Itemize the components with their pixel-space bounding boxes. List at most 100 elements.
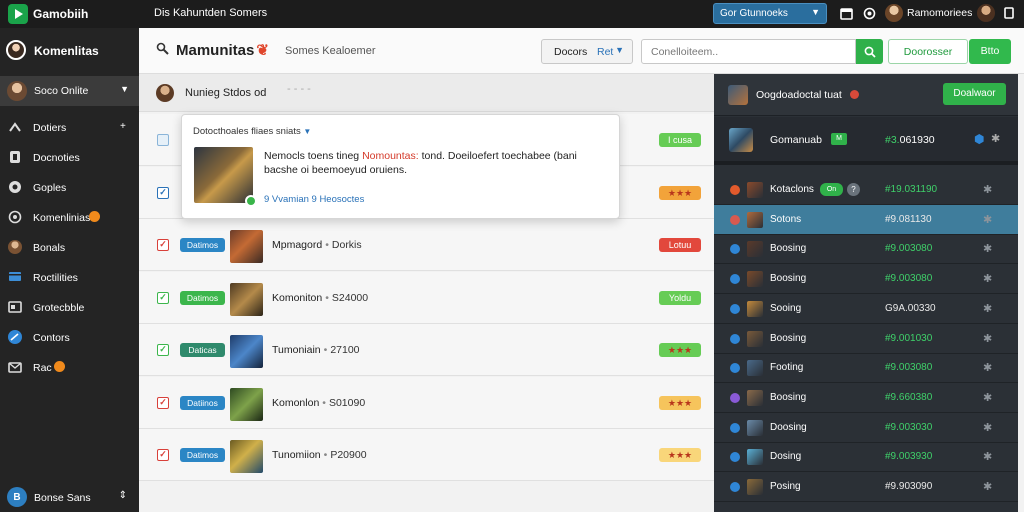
game-thumbnail[interactable] [230,387,263,421]
settings-icon[interactable] [1001,5,1017,21]
star-icon[interactable]: ✱ [983,421,992,434]
calendar-icon[interactable] [838,5,854,21]
chevron-down-icon: ▼ [120,84,129,94]
game-value: Dorkis [331,239,362,251]
table-row[interactable]: ✓ Daticas Tumoniain • 27100 ★★★ [139,324,714,376]
game-name[interactable]: Mpmagord • Dorkis [272,239,362,251]
list-item[interactable]: Footing #9.003080 ✱ [714,353,1018,384]
sidebar-footer[interactable]: B Bonse Sans ⇕ [0,484,139,512]
sidebar-item-grotecbble[interactable]: Grotecbble [0,296,139,320]
list-item[interactable]: Boosing #9.660380 ✱ [714,383,1018,413]
star-icon[interactable]: ✱ [983,272,992,285]
online-pill: On [820,183,843,196]
row-checkbox[interactable]: ✓ [157,239,169,251]
scrollbar[interactable] [1018,74,1024,512]
game-name[interactable]: Komoniton • S24000 [272,292,368,304]
featured-tag: M [831,133,847,145]
filter-dropdown[interactable]: Docors Ret ▼ [541,39,633,64]
plus-icon[interactable]: + [120,121,126,132]
star-icon[interactable]: ✱ [983,183,992,196]
star-icon[interactable]: ✱ [983,361,992,374]
list-item[interactable]: Posing #9.903090 ✱ [714,472,1018,502]
table-row[interactable]: ✓ Datimos Komoniton • S24000 Yoldu [139,271,714,324]
list-item[interactable]: Boosing #9.001030 ✱ [714,324,1018,354]
user-avatar[interactable] [885,4,903,22]
popover-meta[interactable]: 9 Vvamian 9 Heosoctes [264,194,364,205]
table-row[interactable]: ✓ Datimos Tunomiion • P20900 ★★★ [139,429,714,481]
sort-icon[interactable]: ⇕ [119,490,127,501]
game-thumbnail[interactable] [230,440,263,473]
star-icon[interactable]: ✱ [983,302,992,315]
row-checkbox[interactable]: ✓ [157,344,169,356]
sidebar-item-komenlinias[interactable]: Komenlinias [0,206,139,230]
star-icon[interactable]: ✱ [983,213,992,226]
region-select[interactable]: Gor Gtunnoeks ▼ [713,3,827,24]
table-row[interactable]: ✓ Datimos Mpmagord • Dorkis Lotuu [139,219,714,271]
status-dot-icon [730,303,740,314]
star-icon[interactable]: ✱ [983,332,992,345]
game-thumbnail[interactable] [194,147,257,207]
list-item[interactable]: Sooing G9A.00330 ✱ [714,294,1018,324]
sidebar-selector-label: Soco Onlite [34,85,89,97]
sidebar-item-dotiers[interactable]: Dotiers + [0,116,139,140]
list-item[interactable]: Boosing #9.003080 ✱ [714,264,1018,295]
right-panel-action-button[interactable]: Doalwaor [943,83,1006,105]
primary-action-button[interactable]: Btto [969,39,1011,64]
star-icon[interactable]: ✱ [983,450,992,463]
search-button[interactable] [856,39,883,64]
sidebar-profile[interactable]: Komenlitas [0,28,139,73]
globe-icon [8,330,22,344]
featured-thumbnail [729,128,753,152]
row-checkbox[interactable] [157,134,169,146]
list-item[interactable]: Doosing #9.003030 ✱ [714,413,1018,443]
game-thumbnail[interactable] [230,230,263,263]
game-title: Komoniton [272,291,323,304]
list-item[interactable]: Sotons #9.081130 ✱ [714,204,1018,235]
game-thumbnail[interactable] [230,282,263,316]
item-name: Boosing [770,243,807,255]
username[interactable]: Ramomoriees [907,7,972,19]
sidebar-item-roctilities[interactable]: Roctilities [0,266,139,290]
game-name[interactable]: Komonlon • S01090 [272,397,365,409]
sidebar-item-goples[interactable]: Goples [0,176,139,200]
profile-avatar[interactable] [977,4,995,22]
star-icon[interactable]: ✱ [983,480,992,493]
pin-icon [8,180,22,194]
featured-item[interactable]: Gomanuab M #3.061930 ⬢ ✱ [714,117,1018,165]
table-row[interactable]: ✓ Datiinos Komonlon • S01090 ★★★ [139,376,714,429]
sidebar-selector[interactable]: Soco Onlite ▼ [0,76,139,106]
chevron-down-icon: ▼ [303,127,312,136]
featured-price-value: 061930 [899,134,935,146]
secondary-action-button[interactable]: Doorosser [888,39,968,64]
game-thumbnail[interactable] [230,335,263,368]
star-icon[interactable]: ✱ [983,391,992,404]
more-icon[interactable]: - - - - [287,83,311,95]
help-icon[interactable]: ? [847,183,860,196]
list-item[interactable]: Dosing #9.003930 ✱ [714,442,1018,473]
rating-badge: Yoldu [659,290,701,305]
row-checkbox[interactable]: ✓ [157,186,169,199]
list-item[interactable]: Boosing #9.003080 ✱ [714,234,1018,265]
notification-badge [89,211,100,222]
item-thumbnail [747,182,763,198]
list-header: Nunieg Stdos od - - - - [139,74,714,112]
sidebar-item-docnoties[interactable]: Docnoties [0,146,139,170]
status-badge: Datimos [180,290,225,305]
game-name[interactable]: Tunomiion • P20900 [272,449,367,461]
item-name: Dosing [770,451,802,463]
row-checkbox[interactable]: ✓ [157,291,169,304]
sidebar-item-contors[interactable]: Contors [0,326,139,350]
row-checkbox[interactable]: ✓ [157,449,169,461]
row-checkbox[interactable]: ✓ [157,396,169,409]
notification-icon[interactable] [861,5,877,21]
popover-header[interactable]: Dotocthoales fliaes sniats ▼ [193,126,311,137]
search-input[interactable]: Conelloiteem.. [641,39,856,64]
game-name[interactable]: Tumoniain • 27100 [272,344,360,356]
item-thumbnail [747,330,763,347]
app-logo-icon[interactable] [8,4,28,24]
star-icon[interactable]: ✱ [983,242,992,255]
list-item[interactable]: Kotaclons On? #19.031190 ✱ [714,175,1018,205]
sidebar-item-bonals[interactable]: Bonals [0,236,139,260]
sidebar-item-rac[interactable]: Rac [0,356,139,380]
star-icon[interactable]: ✱ [991,132,1000,145]
